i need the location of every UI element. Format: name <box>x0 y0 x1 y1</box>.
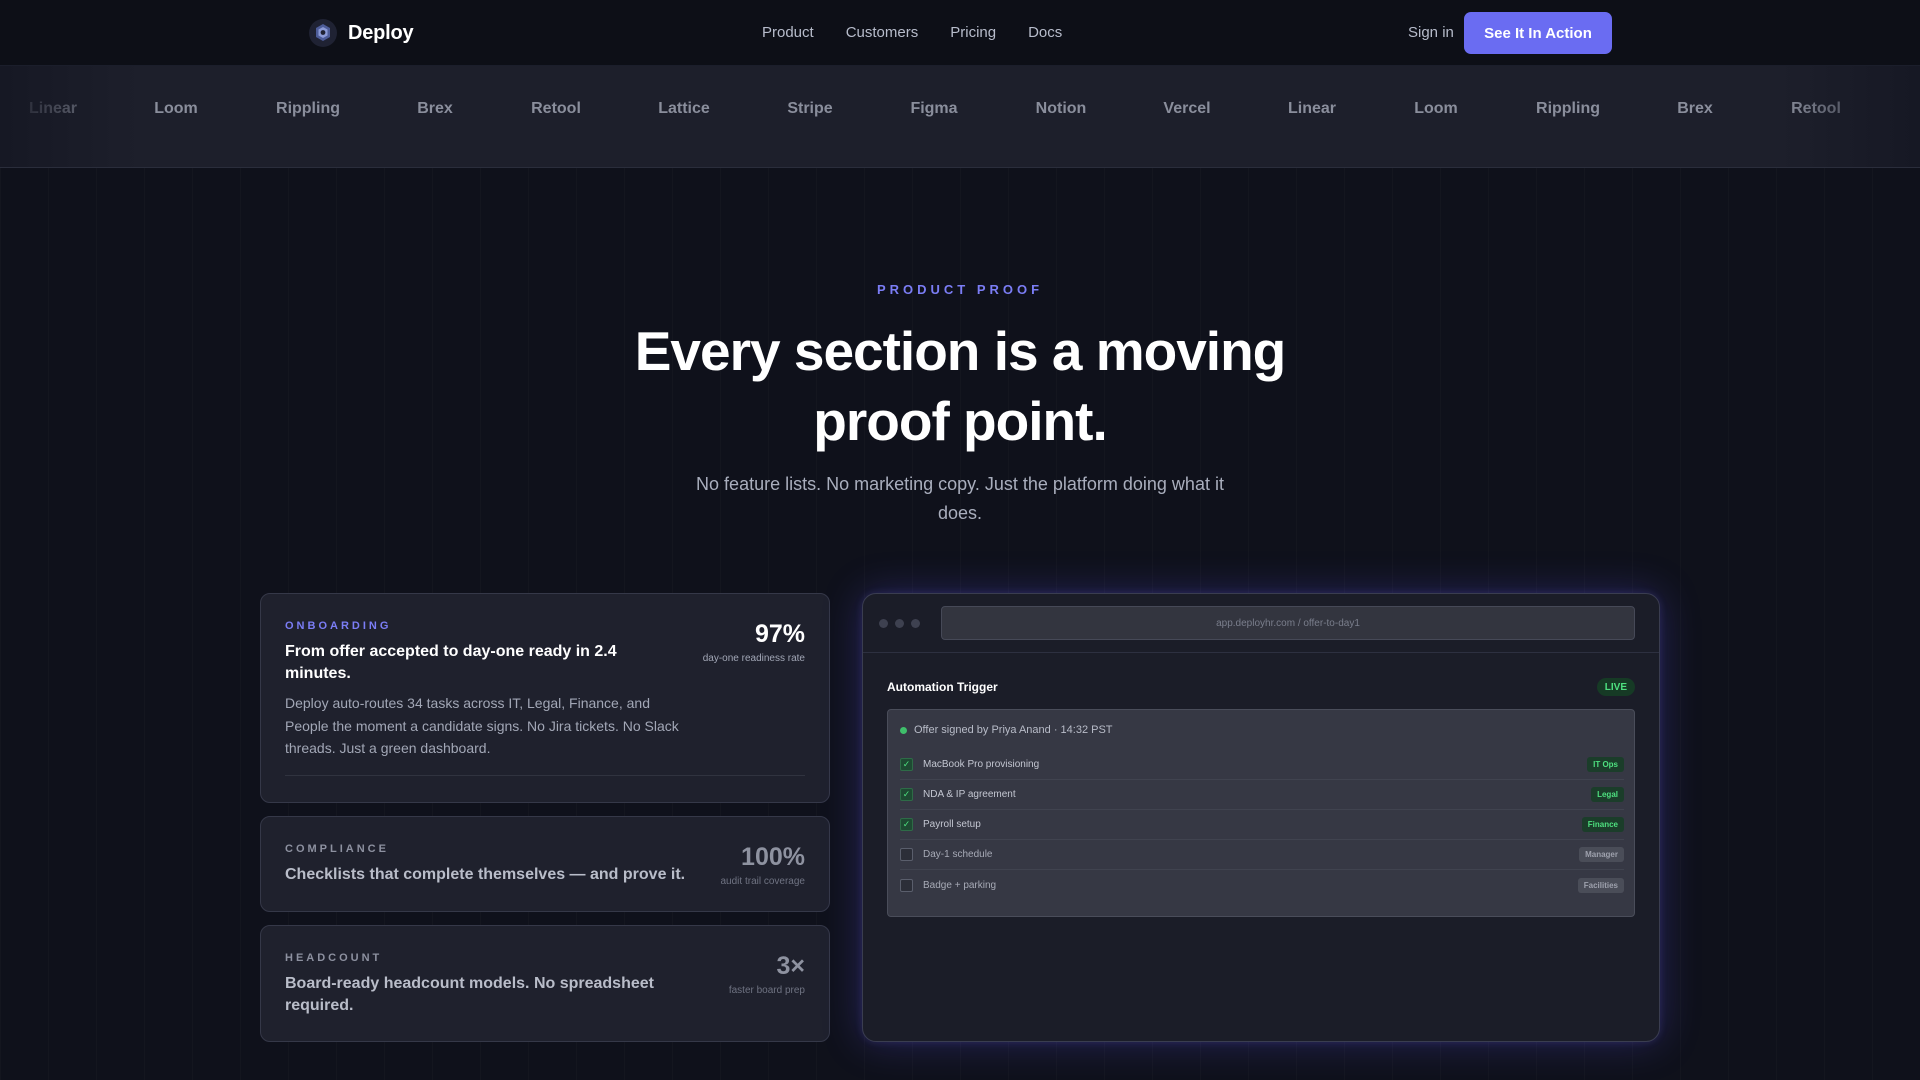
hero-title: Every section is a moving proof point. <box>560 316 1360 456</box>
task-label: Day-1 schedule <box>923 849 993 860</box>
card-tag: ONBOARDING <box>285 620 392 632</box>
card-onboarding[interactable]: ONBOARDING From offer accepted to day-on… <box>260 593 830 803</box>
task-row[interactable]: ✓ NDA & IP agreement Legal <box>900 780 1624 810</box>
sign-in-link[interactable]: Sign in <box>1408 24 1454 41</box>
task-tag: Legal <box>1591 787 1624 802</box>
window-dot-icon <box>895 619 904 628</box>
hero-title-line-2: proof point. <box>813 390 1107 452</box>
card-title: Board-ready headcount models. No spreads… <box>285 975 654 1014</box>
card-metric: 100% audit trail coverage <box>721 843 806 887</box>
nav-link-docs[interactable]: Docs <box>1028 24 1062 41</box>
logo-loom: Loom <box>1414 100 1458 117</box>
logo-rippling: Rippling <box>1536 100 1600 117</box>
customer-logo-strip: Linear Loom Rippling Brex Retool Lattice… <box>0 66 1920 168</box>
hero-subtitle: No feature lists. No marketing copy. Jus… <box>696 474 1224 523</box>
logo-stripe: Stripe <box>787 100 833 117</box>
browser-chrome: app.deployhr.com / offer-to-day1 <box>863 594 1659 653</box>
card-title: Checklists that complete themselves — an… <box>285 866 686 883</box>
nav-link-pricing[interactable]: Pricing <box>950 24 996 41</box>
section-eyebrow: PRODUCT PROOF <box>876 282 1044 297</box>
logo-rippling: Rippling <box>276 100 340 117</box>
card-tag: COMPLIANCE <box>285 843 389 855</box>
product-demo-window: app.deployhr.com / offer-to-day1 Automat… <box>862 593 1660 1042</box>
metric-label: day-one readiness rate <box>702 653 805 664</box>
logo-loom: Loom <box>154 100 198 117</box>
window-dot-icon <box>911 619 920 628</box>
card-tag: HEADCOUNT <box>285 952 383 964</box>
task-label: Payroll setup <box>923 819 981 830</box>
see-it-in-action-button[interactable]: See It In Action <box>1464 12 1612 54</box>
url-bar[interactable]: app.deployhr.com / offer-to-day1 <box>941 606 1635 640</box>
metric-label: audit trail coverage <box>720 876 806 887</box>
window-dot-icon <box>879 619 888 628</box>
automation-trigger-title: Automation Trigger <box>887 680 998 694</box>
logo-linear: Linear <box>1287 100 1337 117</box>
logo-figma: Figma <box>910 100 958 117</box>
task-label: NDA & IP agreement <box>923 789 1016 800</box>
logo-linear: Linear <box>28 100 78 117</box>
live-badge: LIVE <box>1596 678 1635 696</box>
checkbox-checked-icon[interactable]: ✓ <box>900 818 913 831</box>
task-label: MacBook Pro provisioning <box>923 759 1040 770</box>
logo-brex: Brex <box>1677 100 1713 117</box>
checkbox-empty-icon[interactable] <box>900 848 913 861</box>
card-compliance[interactable]: COMPLIANCE Checklists that complete them… <box>260 816 830 912</box>
task-tag: Facilities <box>1577 877 1624 893</box>
card-body: Deploy auto-routes 34 tasks across IT, L… <box>285 695 679 756</box>
logo-notion: Notion <box>1035 100 1087 117</box>
logo-retool: Retool <box>531 100 581 117</box>
task-row[interactable]: Badge + parking Facilities <box>900 870 1624 900</box>
card-metric: 3× faster board prep <box>729 952 805 996</box>
task-tag: Finance <box>1581 817 1624 832</box>
metric-label: faster board prep <box>728 985 805 996</box>
task-row[interactable]: ✓ MacBook Pro provisioning IT Ops <box>900 750 1624 780</box>
deploy-logo-icon <box>309 19 337 47</box>
task-tag: IT Ops <box>1587 757 1624 772</box>
checkbox-checked-icon[interactable]: ✓ <box>900 788 913 801</box>
offer-signed-status: Offer signed by Priya Anand · 14:32 PST <box>900 724 1113 736</box>
brand[interactable]: Deploy <box>308 18 414 48</box>
metric-value: 97% <box>754 620 805 648</box>
task-row[interactable]: Day-1 schedule Manager <box>900 840 1624 870</box>
metric-value: 100% <box>741 843 805 871</box>
task-label: Badge + parking <box>923 879 997 891</box>
task-tag: Manager <box>1579 847 1624 862</box>
top-nav: Deploy Product Customers Pricing Docs Si… <box>0 0 1920 66</box>
status-dot-icon <box>900 726 907 734</box>
card-title: From offer accepted to day-one ready in … <box>285 643 617 682</box>
hero-title-line-1: Every section is a moving <box>634 320 1287 382</box>
logo-brex: Brex <box>417 100 453 117</box>
task-panel: Offer signed by Priya Anand · 14:32 PST … <box>887 709 1635 917</box>
card-divider <box>285 775 805 776</box>
task-row[interactable]: ✓ Payroll setup Finance <box>900 810 1624 840</box>
card-headcount[interactable]: HEADCOUNT Board-ready headcount models. … <box>260 925 830 1042</box>
metric-value: 3× <box>776 952 805 980</box>
nav-link-customers[interactable]: Customers <box>846 24 919 41</box>
checkbox-checked-icon[interactable]: ✓ <box>900 758 913 771</box>
logo-vercel: Vercel <box>1163 100 1211 117</box>
offer-signed-text: Offer signed by Priya Anand · 14:32 PST <box>914 724 1113 736</box>
nav-link-product[interactable]: Product <box>762 24 814 41</box>
logo-retool: Retool <box>1791 100 1841 117</box>
card-metric: 97% day-one readiness rate <box>703 620 805 664</box>
brand-name: Deploy <box>348 21 414 44</box>
logo-lattice: Lattice <box>658 100 710 117</box>
checkbox-empty-icon[interactable] <box>900 878 913 892</box>
nav-links: Product Customers Pricing Docs <box>762 24 1062 41</box>
